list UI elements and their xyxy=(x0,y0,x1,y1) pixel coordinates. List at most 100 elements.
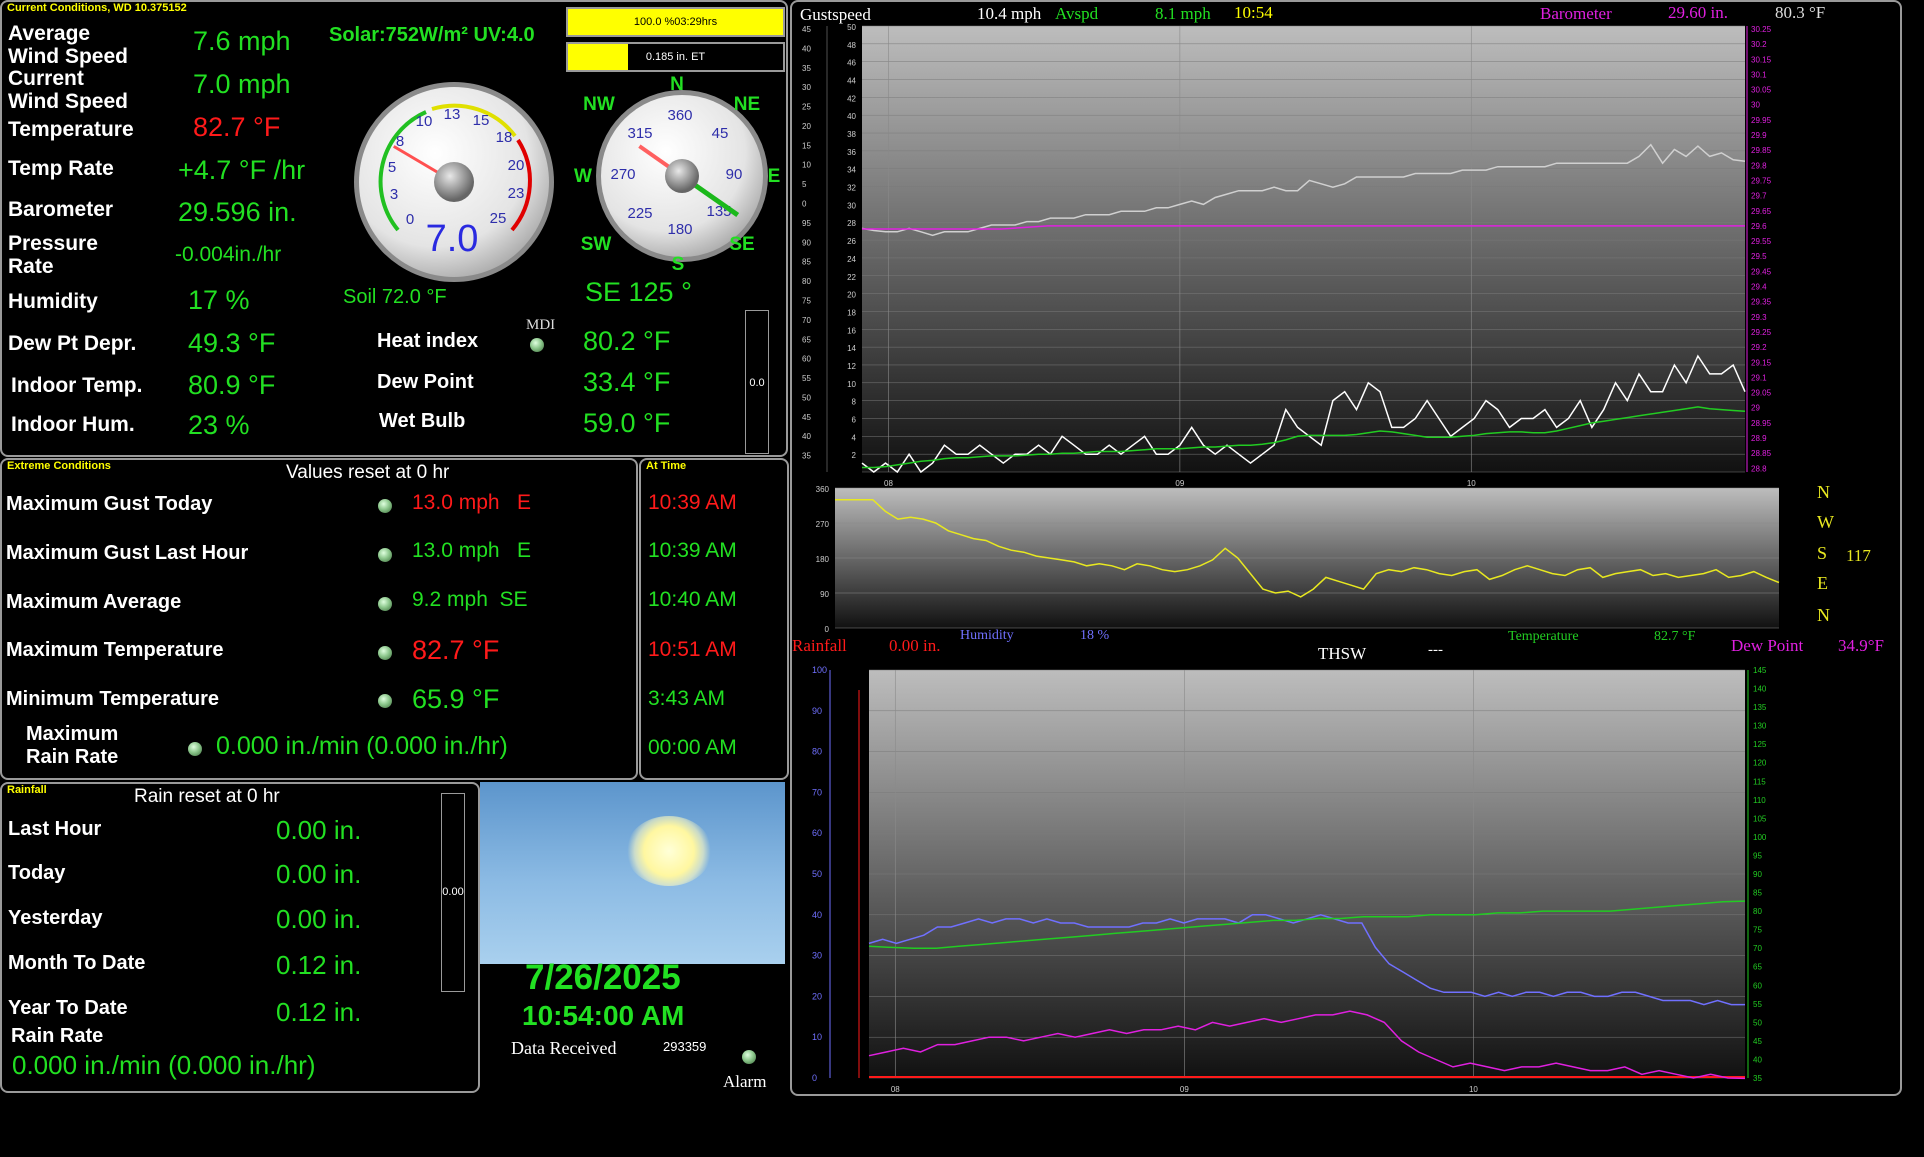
current-conditions-title: Current Conditions, WD 10.375152 xyxy=(7,2,187,14)
rainfall-title: Rainfall xyxy=(7,784,47,796)
y-right-tick-label: 80 xyxy=(1753,907,1762,916)
current-time: 10:54:00 AM xyxy=(522,1000,685,1031)
y-right-tick-label: 30 xyxy=(1751,101,1760,110)
y-left-tick-label: 8 xyxy=(852,398,857,407)
y-outer-tick-label: 15 xyxy=(802,141,811,150)
time-min-temperature: 3:43 AM xyxy=(648,687,726,710)
label-wet-bulb: Wet Bulb xyxy=(379,410,466,432)
mid-rainfall-label: Rainfall xyxy=(792,636,847,655)
y-tick-label: 90 xyxy=(820,590,829,599)
value-heat-index: 80.2 °F xyxy=(583,326,671,356)
rain-level-bar: 0.00 xyxy=(441,793,465,992)
speed-tick-20: 20 xyxy=(508,157,525,174)
y-right-tick-label: 29.3 xyxy=(1751,313,1767,322)
y-outer-tick-label: 35 xyxy=(802,452,811,461)
compass-deg-90: 90 xyxy=(726,166,743,183)
y-right-tick-label: 140 xyxy=(1753,685,1767,694)
value-dew-point: 33.4 °F xyxy=(583,367,671,397)
compass-s: S xyxy=(672,254,685,275)
time-max-rain-rate: 00:00 AM xyxy=(648,736,737,759)
y-right-tick-label: 28.85 xyxy=(1751,449,1772,458)
y-left-tick-label: 100 xyxy=(812,665,827,675)
y-right-tick-label: 29.6 xyxy=(1751,222,1767,231)
y-right-tick-label: 29.7 xyxy=(1751,192,1767,201)
label-barometer: Barometer xyxy=(8,198,114,221)
y-right-tick-label: 29.2 xyxy=(1751,343,1767,352)
dir-legend-w: W xyxy=(1817,512,1834,532)
value-humidity: 17 % xyxy=(188,285,250,315)
mid-thsw-value: --- xyxy=(1428,642,1443,658)
speed-tick-15: 15 xyxy=(473,112,490,129)
y-right-tick-label: 28.9 xyxy=(1751,434,1767,443)
data-received-count: 293359 xyxy=(663,1039,707,1054)
y-outer-tick-label: 40 xyxy=(802,44,811,53)
y-left-tick-label: 14 xyxy=(847,344,856,353)
led-max-gust-today xyxy=(378,499,392,513)
y-right-tick-label: 90 xyxy=(1753,870,1762,879)
y-right-tick-label: 50 xyxy=(1753,1018,1762,1027)
y-outer-tick-label: 80 xyxy=(802,277,811,286)
y-left-tick-label: 32 xyxy=(847,184,856,193)
compass-deg-45: 45 xyxy=(712,125,729,142)
y-right-tick-label: 145 xyxy=(1753,666,1767,675)
y-right-tick-label: 120 xyxy=(1753,759,1767,768)
sky-condition-image xyxy=(480,782,785,964)
label-temperature: Temperature xyxy=(8,118,134,141)
solar-percent-bar: 100.0 %03:29hrs xyxy=(566,7,785,37)
compass-se: SE xyxy=(729,234,754,255)
y-right-tick-label: 29.15 xyxy=(1751,358,1772,367)
y-outer-tick-label: 10 xyxy=(802,161,811,170)
y-right-tick-label: 29.95 xyxy=(1751,116,1772,125)
y-right-tick-label: 95 xyxy=(1753,851,1762,860)
y-outer-tick-label: 50 xyxy=(802,393,811,402)
label-heat-index: Heat index xyxy=(377,330,479,352)
y-left-tick-label: 38 xyxy=(847,130,856,139)
y-tick-label: 180 xyxy=(816,555,830,564)
y-left-tick-label: 30 xyxy=(812,951,822,961)
data-received-led xyxy=(742,1050,756,1064)
x-tick-label: 09 xyxy=(1180,1085,1189,1092)
dir-legend-s: S xyxy=(1817,543,1828,563)
compass-ne: NE xyxy=(734,94,760,115)
humidity-temperature-chart: 08 09 101009080706050403020100145140135130… xyxy=(812,665,1767,1092)
speed-tick-0: 0 xyxy=(406,211,414,228)
y-outer-tick-label: 40 xyxy=(802,432,811,441)
y-right-tick-label: 115 xyxy=(1753,777,1766,786)
wind-direction-readout: SE 125 ° xyxy=(585,277,692,307)
y-right-tick-label: 85 xyxy=(1753,889,1762,898)
compass-deg-315: 315 xyxy=(627,125,652,142)
current-level-bar-value: 0.0 xyxy=(749,377,765,389)
y-right-tick-label: 29.85 xyxy=(1751,146,1772,155)
y-outer-tick-label: 0 xyxy=(802,200,807,209)
y-left-tick-label: 44 xyxy=(847,77,856,86)
mid-dewpoint-value: 34.9°F xyxy=(1838,636,1885,655)
y-outer-tick-label: 95 xyxy=(802,219,811,228)
label-max-rain-rate: Maximum Rain Rate xyxy=(26,723,119,768)
value-max-gust-last-hour: 13.0 mph E xyxy=(412,539,532,562)
label-max-gust-last-hour: Maximum Gust Last Hour xyxy=(6,542,249,564)
y-left-tick-label: 16 xyxy=(847,326,856,335)
value-indoor-hum: 23 % xyxy=(188,410,250,440)
led-max-average xyxy=(378,597,392,611)
wind-speed-gauge: 0 3 5 8 10 13 15 18 20 23 25 7.0 xyxy=(354,82,554,282)
y-left-tick-label: 0 xyxy=(812,1073,817,1083)
avg-label: Avspd xyxy=(1055,4,1099,23)
mid-temperature-label: Temperature xyxy=(1508,629,1579,644)
y-left-tick-label: 70 xyxy=(812,787,822,797)
speed-gauge-readout: 7.0 xyxy=(426,218,479,260)
value-dew-pt-depr: 49.3 °F xyxy=(188,328,276,358)
y-outer-tick-label: 25 xyxy=(802,103,811,112)
y-left-tick-label: 12 xyxy=(847,362,856,371)
y-right-tick-label: 29.5 xyxy=(1751,252,1767,261)
at-time-title: At Time xyxy=(646,460,687,472)
y-right-tick-label: 110 xyxy=(1753,796,1766,805)
y-left-tick-label: 60 xyxy=(812,828,822,838)
speed-gauge-hub xyxy=(434,162,474,202)
y-outer-tick-label: 5 xyxy=(802,180,807,189)
y-right-tick-label: 100 xyxy=(1753,833,1767,842)
label-max-gust-today: Maximum Gust Today xyxy=(6,493,213,515)
soil-temp-readout: Soil 72.0 °F xyxy=(343,286,447,308)
speed-tick-5: 5 xyxy=(388,159,396,176)
y-left-tick-label: 6 xyxy=(852,415,857,424)
mid-rainfall-value: 0.00 in. xyxy=(889,636,941,655)
